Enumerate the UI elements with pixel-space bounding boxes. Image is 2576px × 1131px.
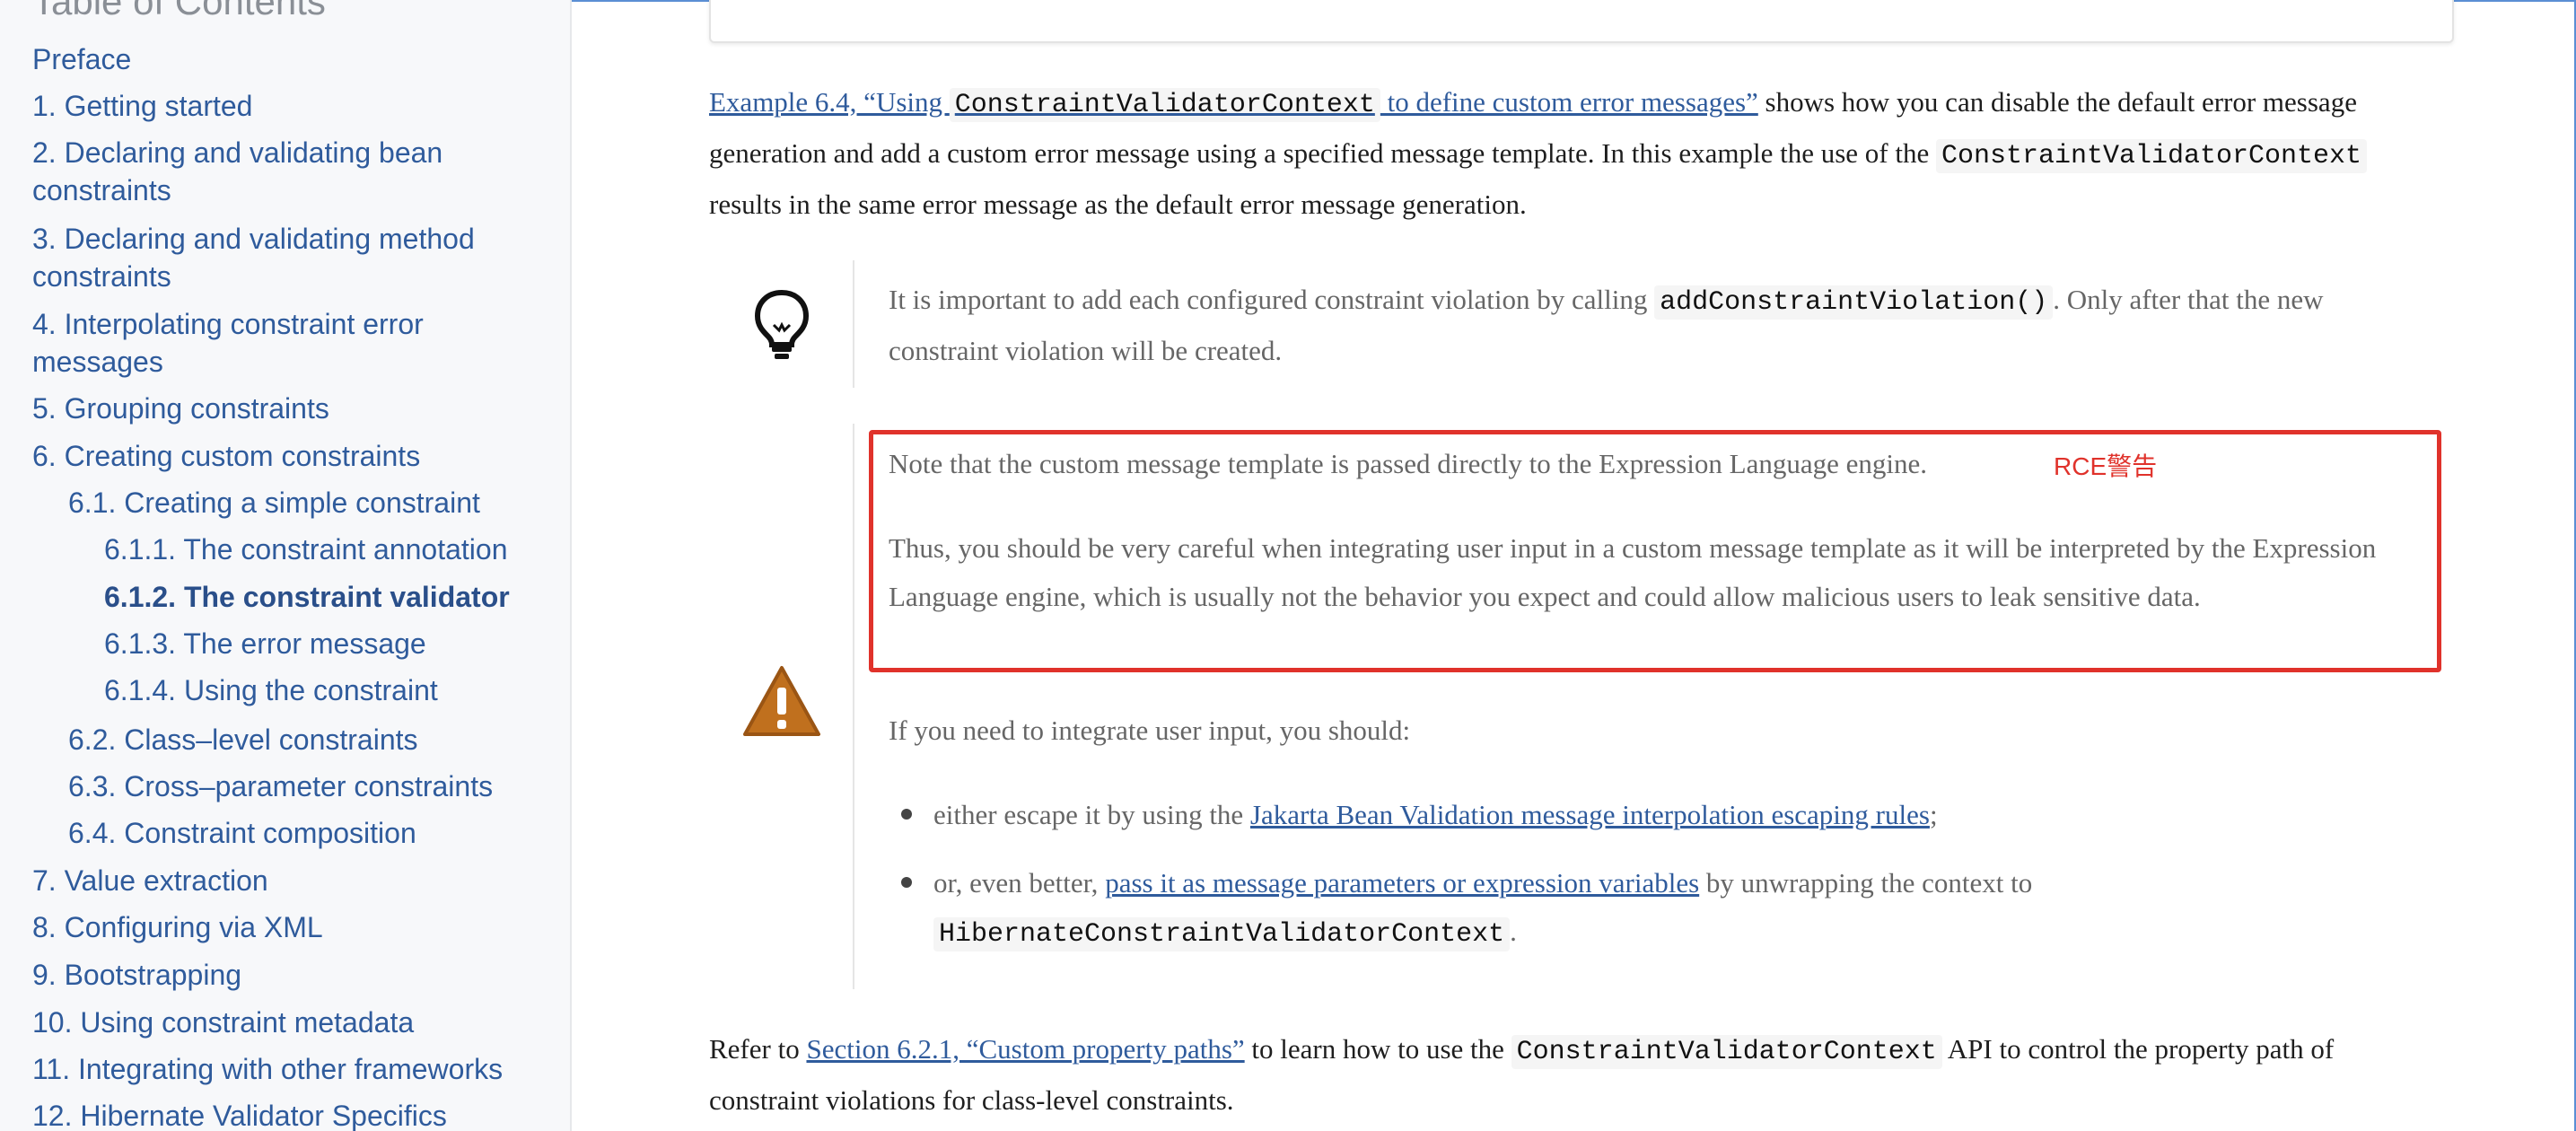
warning-thus-text: Thus, you should be very careful when in… bbox=[889, 532, 2377, 612]
warning-icon bbox=[743, 666, 820, 736]
example-6-4-link[interactable]: Example 6.4, “Using ConstraintValidatorC… bbox=[709, 86, 1758, 122]
toc-item-method-constraints[interactable]: 3. Declaring and validating method const… bbox=[32, 220, 535, 295]
toc-item-using-constraint[interactable]: 6.1.4. Using the constraint bbox=[104, 671, 438, 709]
inline-code: ConstraintValidatorContext bbox=[1511, 1035, 1942, 1069]
toc-item-constraint-validator[interactable]: 6.1.2. The constraint validator bbox=[104, 578, 510, 616]
toc-item-grouping-constraints[interactable]: 5. Grouping constraints bbox=[32, 390, 329, 427]
warning-bullet-escape: either escape it by using the Jakarta Be… bbox=[933, 799, 1938, 830]
toc-item-getting-started[interactable]: 1. Getting started bbox=[32, 87, 252, 125]
toc-item-simple-constraint[interactable]: 6.1. Creating a simple constraint bbox=[68, 484, 480, 522]
bullet-dot bbox=[901, 877, 912, 888]
toc-item-value-extraction[interactable]: 7. Value extraction bbox=[32, 862, 268, 899]
warning-note-text: Note that the custom message template is… bbox=[889, 448, 1928, 479]
toc-item-constraint-metadata[interactable]: 10. Using constraint metadata bbox=[32, 1004, 414, 1041]
warning-if-need-text: If you need to integrate user input, you… bbox=[889, 715, 1411, 746]
toc-item-hibernate-specifics[interactable]: 12. Hibernate Validator Specifics bbox=[32, 1097, 447, 1131]
toc-item-preface[interactable]: Preface bbox=[32, 40, 131, 78]
warning-bullet-parameters: or, even better, pass it as message para… bbox=[933, 867, 2033, 951]
rce-warning-annotation: RCE警告 bbox=[2054, 452, 2158, 480]
warning-divider bbox=[853, 424, 854, 989]
bullet-dot bbox=[901, 809, 912, 820]
tip-divider bbox=[853, 260, 854, 388]
toc-item-interpolating-messages[interactable]: 4. Interpolating constraint error messag… bbox=[32, 305, 535, 381]
code-sample-box bbox=[709, 0, 2454, 43]
add-constraint-violation-code: addConstraintViolation() bbox=[1654, 285, 2054, 320]
custom-property-paths-link[interactable]: Section 6.2.1, “Custom property paths” bbox=[806, 1033, 1244, 1065]
escaping-rules-link[interactable]: Jakarta Bean Validation message interpol… bbox=[1250, 799, 1930, 830]
toc-item-error-message[interactable]: 6.1.3. The error message bbox=[104, 625, 426, 662]
intro-paragraph: Example 6.4, “Using ConstraintValidatorC… bbox=[709, 78, 2441, 229]
toc-item-cross-parameter-constraints[interactable]: 6.3. Cross–parameter constraints bbox=[68, 767, 493, 805]
toc-item-class-level-constraints[interactable]: 6.2. Class–level constraints bbox=[68, 721, 418, 758]
toc-item-integrating-frameworks[interactable]: 11. Integrating with other frameworks bbox=[32, 1050, 503, 1088]
hibernate-context-code: HibernateConstraintValidatorContext bbox=[933, 917, 1511, 951]
toc-item-constraint-annotation[interactable]: 6.1.1. The constraint annotation bbox=[104, 530, 508, 568]
refer-paragraph: Refer to Section 6.2.1, “Custom property… bbox=[709, 1033, 2335, 1116]
message-parameters-link[interactable]: pass it as message parameters or express… bbox=[1105, 867, 1699, 899]
toc-item-bean-constraints[interactable]: 2. Declaring and validating bean constra… bbox=[32, 134, 535, 209]
toc-item-custom-constraints[interactable]: 6. Creating custom constraints bbox=[32, 437, 420, 475]
lightbulb-icon bbox=[754, 289, 810, 359]
toc-item-configuring-xml[interactable]: 8. Configuring via XML bbox=[32, 908, 323, 946]
tip-text: It is important to add each configured c… bbox=[889, 284, 2324, 366]
toc-title: Table of Contents bbox=[32, 0, 326, 22]
inline-code: ConstraintValidatorContext bbox=[1935, 139, 2368, 173]
toc-item-constraint-composition[interactable]: 6.4. Constraint composition bbox=[68, 814, 416, 852]
toc-item-bootstrapping[interactable]: 9. Bootstrapping bbox=[32, 956, 241, 994]
table-of-contents-sidebar: Table of Contents Preface 1. Getting sta… bbox=[0, 0, 572, 1131]
